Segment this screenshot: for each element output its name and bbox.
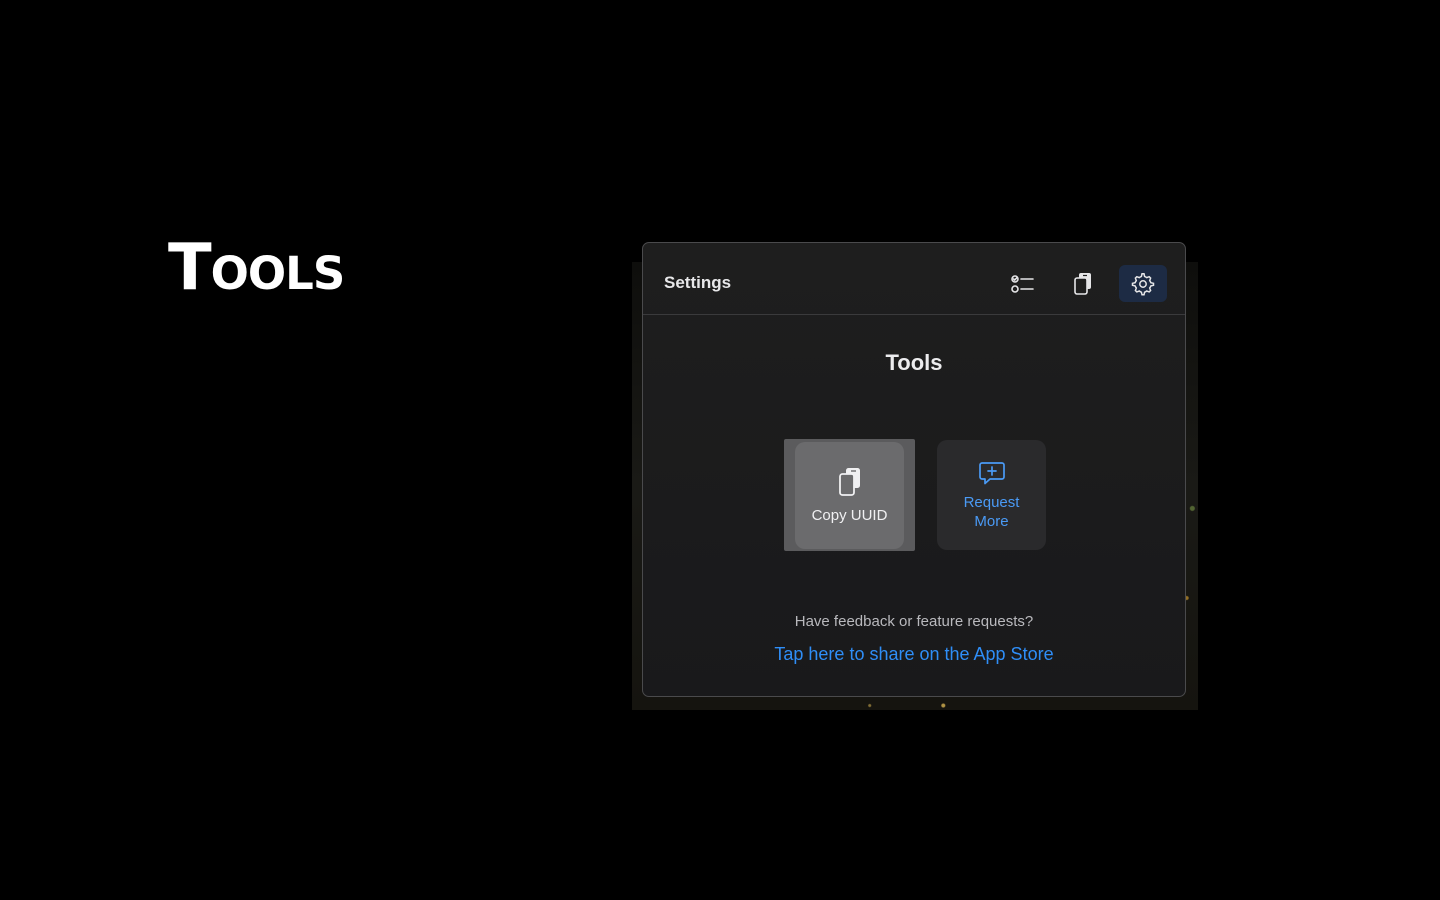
copy-uuid-button[interactable]: Copy UUID — [795, 442, 904, 549]
settings-tab-button[interactable] — [1119, 265, 1167, 302]
gear-icon — [1131, 272, 1155, 296]
hero-title: Tools — [168, 231, 345, 305]
copy-documents-icon — [838, 468, 860, 496]
section-title: Tools — [885, 350, 943, 375]
checklist-button[interactable] — [999, 265, 1047, 302]
request-more-button[interactable]: Request More — [937, 440, 1046, 550]
checklist-icon — [1011, 274, 1034, 293]
copy-documents-icon — [1074, 272, 1091, 295]
app-store-share-link[interactable]: Tap here to share on the App Store — [643, 642, 1185, 666]
settings-panel: Settings Tools Copy UUID Request More Ha… — [642, 242, 1186, 697]
panel-header: Settings — [643, 243, 1185, 315]
message-plus-icon — [978, 462, 1005, 485]
feedback-question: Have feedback or feature requests? — [794, 613, 1034, 630]
copy-tab-button[interactable] — [1059, 265, 1107, 302]
header-title: Settings — [664, 273, 732, 292]
request-more-label: Request More — [963, 494, 1020, 530]
copy-uuid-label: Copy UUID — [811, 507, 888, 524]
stage: Tools Settings Tools Copy UUID Request M… — [0, 0, 1440, 900]
